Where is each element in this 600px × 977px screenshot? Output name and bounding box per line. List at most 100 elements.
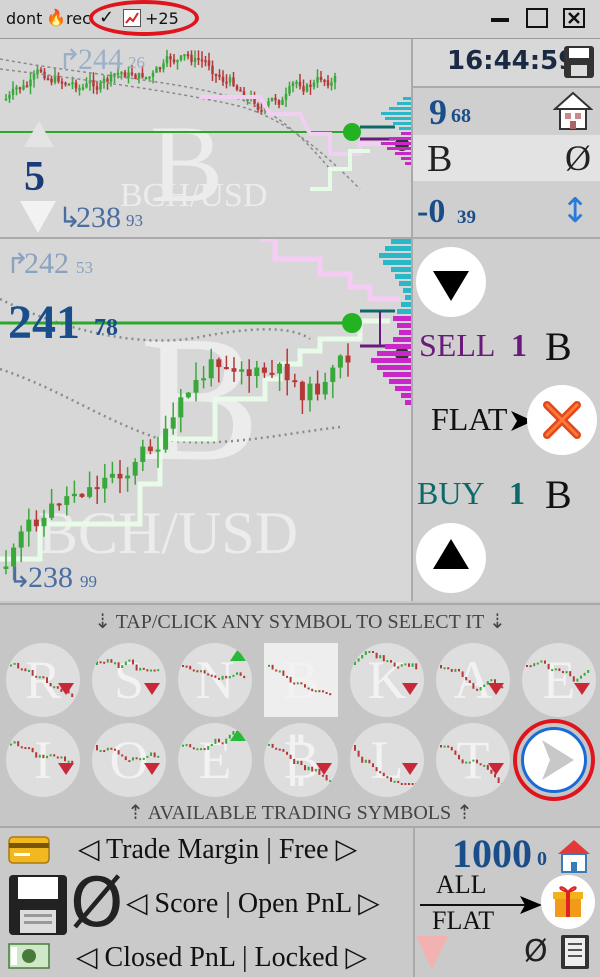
candle-body [53,76,57,83]
trend-up-icon [230,729,246,741]
home-icon[interactable] [553,91,593,131]
candle-body [267,101,270,106]
spark-candle [379,771,382,774]
candle-body [345,355,351,363]
spark-candle [103,750,106,753]
next-symbols-button[interactable] [513,719,595,801]
candle-body [87,487,93,497]
spark-candle [49,754,52,757]
symbol-button[interactable]: E [522,643,596,717]
volume-up-icon[interactable] [22,119,56,149]
spark-candle [587,670,590,673]
candle-body [155,449,161,452]
spark-candle [400,664,403,667]
candle-body [322,381,328,395]
margin-free-toggle[interactable]: ◁ Trade Margin | Free ▷ [78,832,357,866]
floppy-icon[interactable] [8,874,68,936]
volume-profile-bar [385,117,411,120]
selected-symbol: B [427,138,453,180]
save-icon[interactable] [563,45,595,79]
candle-body [94,487,100,490]
buy-arrow-button[interactable] [416,523,486,593]
spark-candle [293,682,296,685]
spark-candle [38,676,41,679]
symbol-button[interactable]: N [178,643,252,717]
spark-candle [286,751,288,755]
candle-body [155,67,158,73]
buy-qty[interactable]: 1 [509,475,525,512]
spark-candle [228,676,231,679]
spark-candle [465,761,468,764]
symbol-sparkline [10,662,74,698]
symbol-button[interactable]: T [436,723,510,797]
symbol-button[interactable]: B [264,643,338,717]
volume-profile-bar [401,393,411,398]
symbol-button[interactable]: A [436,643,510,717]
sell-label[interactable]: SELL [419,327,495,364]
minimize-button[interactable] [491,18,509,22]
mini-chart[interactable]: B BCH/USD ↱ 244 26 ↳ 238 93 5 [0,39,413,239]
closed-locked-toggle[interactable]: ◁ Closed PnL | Locked ▷ [76,940,367,974]
buy-label[interactable]: BUY [417,475,485,512]
spark-candle [132,757,134,761]
candle-body [309,84,312,87]
card-icon[interactable] [8,836,50,864]
gift-button[interactable] [541,875,595,929]
symbol-button[interactable]: S [92,643,166,717]
sell-arrow-button[interactable] [416,247,486,317]
candle-body [18,87,22,90]
symbol-button[interactable]: L [350,723,424,797]
spark-candle [443,745,446,748]
candle-body [137,72,141,79]
volume-profile-bar [397,323,411,328]
symbol-button[interactable]: R [6,643,80,717]
candle-body [312,82,316,87]
spark-candle [361,756,364,763]
candle-body [4,98,8,101]
spark-candle [364,651,367,655]
money-icon[interactable] [8,942,50,970]
candle-body [256,103,260,110]
updown-icon[interactable]: ↕ [561,191,590,231]
spark-candle [189,744,192,748]
score-pnl-toggle[interactable]: ◁ Score | Open PnL ▷ [126,886,380,920]
candle-body [211,65,214,75]
flat-close-button[interactable] [527,385,597,455]
candle-body [179,55,183,61]
spark-candle [106,747,109,751]
spark-candle [157,669,160,672]
flat-label[interactable]: FLAT [432,906,494,936]
candle-body [78,88,81,91]
spark-candle [182,665,184,667]
volume-profile-bar [397,309,411,314]
spark-candle [275,747,278,750]
sell-qty[interactable]: 1 [511,327,527,364]
symbol-button[interactable]: K [350,643,424,717]
spark-candle [99,661,102,664]
candle-body [158,67,162,70]
symbol-button[interactable]: I [6,723,80,797]
volume-profile-bar [397,102,411,105]
flat-label[interactable]: FLAT [431,401,507,438]
price-value: 9 [429,92,447,132]
spark-candle [24,747,27,750]
maximize-icon[interactable] [526,8,548,28]
spark-candle [472,759,475,762]
close-icon[interactable] [563,8,585,28]
spark-candle [282,670,285,676]
symbol-button[interactable]: ₿ [264,723,338,797]
volume-down-icon[interactable] [18,199,58,235]
candle-body [284,363,290,381]
candle-body [223,367,229,370]
home-icon[interactable] [556,838,592,874]
spark-candle [218,677,220,680]
spark-candle [60,688,63,692]
spark-candle [17,662,20,669]
all-label[interactable]: ALL [436,870,487,900]
symbol-button[interactable]: E [178,723,252,797]
volume-profile-bar [393,122,411,125]
book-icon[interactable] [560,934,590,970]
spark-candle [142,667,145,670]
symbol-button[interactable]: O [92,723,166,797]
main-chart[interactable]: B BCH/USD ↱ 242 53 241 78 ↳ 238 99 [0,239,413,601]
